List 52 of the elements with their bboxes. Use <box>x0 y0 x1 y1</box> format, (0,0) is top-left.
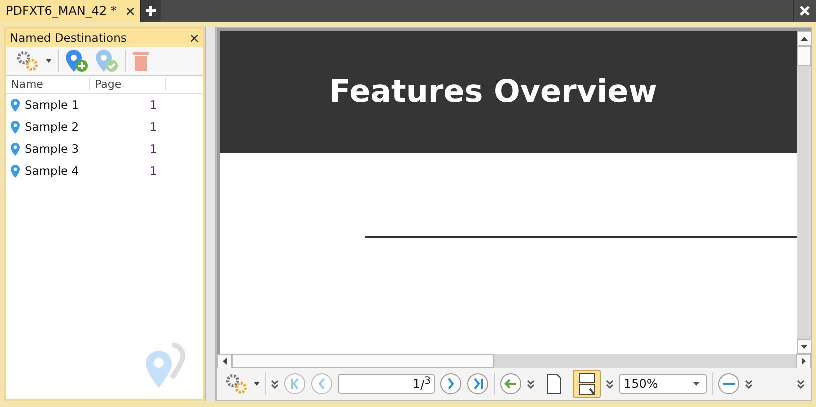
destination-name[interactable]: Sample 1 <box>25 98 145 112</box>
page-heading: Features Overview <box>330 74 658 110</box>
pin-icon <box>11 142 20 156</box>
tab-label: PDFXT6_MAN_42 * <box>6 4 117 18</box>
chevron-icon[interactable] <box>797 380 805 388</box>
destination-name[interactable]: Sample 3 <box>25 142 145 156</box>
scroll-up-icon[interactable] <box>801 36 808 40</box>
scroll-right-icon[interactable] <box>802 358 806 365</box>
pin-icon <box>11 120 20 134</box>
page-number: 1 <box>150 98 158 112</box>
add-pin-icon[interactable] <box>65 49 89 73</box>
chevron-icon[interactable] <box>745 380 753 388</box>
caret-icon[interactable] <box>254 382 260 386</box>
pages-icon[interactable] <box>579 373 595 395</box>
column-header[interactable]: Name <box>6 78 90 91</box>
horizontal-scrollbar[interactable] <box>217 354 811 368</box>
pins-drawing <box>145 343 187 389</box>
pin-icon <box>11 98 20 112</box>
page-icon[interactable] <box>547 374 561 394</box>
caret-icon[interactable] <box>693 382 700 386</box>
scroll-left-icon[interactable] <box>222 358 226 365</box>
close-icon[interactable] <box>126 8 134 14</box>
scroll-down-icon[interactable] <box>801 344 808 348</box>
caret-icon[interactable] <box>46 59 52 63</box>
next-page-icon[interactable] <box>440 373 462 395</box>
scroll-thumb[interactable] <box>797 46 811 66</box>
scroll-thumb[interactable] <box>232 354 494 368</box>
document-tab[interactable]: PDFXT6_MAN_42 * <box>0 0 140 22</box>
continuous-page-button[interactable] <box>573 370 601 398</box>
page-number: 1 <box>150 120 158 134</box>
chevron-icon[interactable] <box>606 380 614 388</box>
destination-name[interactable]: Sample 4 <box>25 164 145 178</box>
vertical-scrollbar[interactable] <box>797 31 811 354</box>
check-pin-icon[interactable] <box>95 49 119 73</box>
new-tab-button[interactable] <box>140 0 161 22</box>
splitter-handle[interactable] <box>205 27 216 401</box>
chevron-icon[interactable] <box>527 380 535 388</box>
pin-icon <box>11 164 20 178</box>
column-header[interactable]: Page <box>90 78 166 91</box>
gears-icon[interactable] <box>225 373 249 395</box>
destination-name[interactable]: Sample 2 <box>25 120 145 134</box>
page-number: 1 <box>150 142 158 156</box>
plus-icon[interactable] <box>146 6 156 16</box>
zoom-out-icon[interactable] <box>718 373 740 395</box>
close-icon[interactable] <box>191 34 198 42</box>
gears-icon[interactable] <box>16 50 40 72</box>
chevron-icon[interactable] <box>271 380 279 388</box>
page-number: 1 <box>150 164 158 178</box>
page-field[interactable]: 1/$^{3}$ <box>338 374 435 394</box>
zoom-dropdown[interactable]: 150% <box>619 374 707 394</box>
last-page-icon[interactable] <box>467 373 489 395</box>
panel-title: Named Destinations <box>10 31 127 45</box>
